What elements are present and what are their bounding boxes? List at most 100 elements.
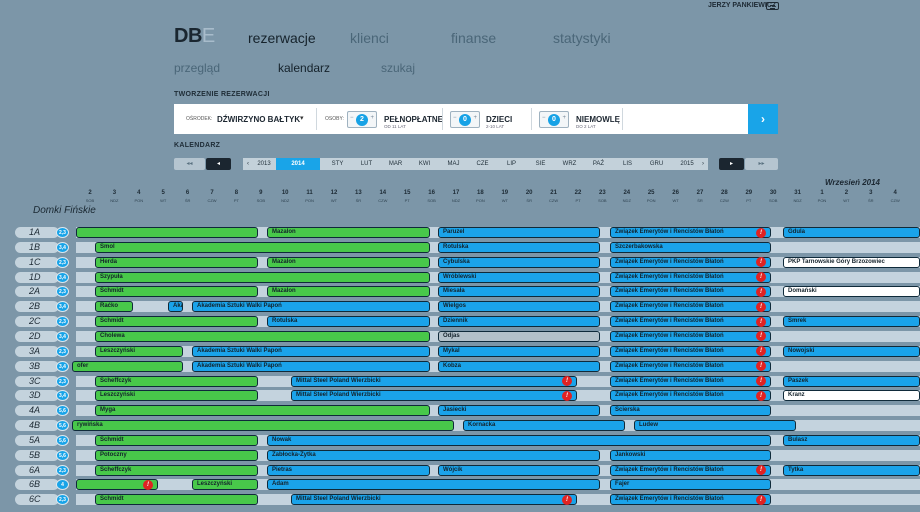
chevron-right-icon[interactable]: › — [698, 158, 708, 170]
reservation-bar[interactable]: Kornacka — [463, 420, 625, 432]
prev-button[interactable]: ◂ — [206, 158, 231, 170]
room-label[interactable]: 2A — [15, 286, 59, 298]
warning-icon[interactable]: ! — [756, 390, 766, 401]
reservation-bar[interactable]: Tytka — [783, 464, 920, 476]
room-label[interactable]: 3A — [15, 345, 59, 357]
warning-icon[interactable]: ! — [562, 376, 572, 386]
reservation-bar[interactable]: Myga — [95, 405, 430, 417]
reservation-bar[interactable]: Fajer — [610, 479, 771, 491]
warning-icon[interactable]: ! — [756, 494, 766, 505]
reservation-bar[interactable]: Herda — [95, 256, 258, 268]
room-label[interactable]: 2D — [15, 330, 59, 342]
reservation-bar[interactable]: Związek Emerytów i Rencistów Błatoń — [610, 271, 771, 283]
nav-statystyki[interactable]: statystyki — [553, 30, 611, 46]
warning-icon[interactable]: ! — [756, 316, 766, 327]
reservation-bar[interactable]: Kobza — [438, 360, 600, 372]
reservation-bar[interactable]: Związek Emerytów i Rencistów Błatoń — [610, 301, 771, 313]
reservation-bar[interactable]: Odjas — [438, 330, 600, 342]
subnav-kalendarz[interactable]: kalendarz — [278, 61, 330, 75]
reservation-bar[interactable]: rywińska — [72, 420, 454, 432]
reservation-bar[interactable]: Mazalon — [267, 286, 430, 298]
reservation-bar[interactable]: Adam — [267, 479, 600, 491]
room-label[interactable]: 5A — [15, 434, 59, 446]
room-label[interactable]: 1A — [15, 227, 59, 238]
warning-icon[interactable]: ! — [756, 376, 766, 386]
room-label[interactable]: 6B — [15, 479, 59, 491]
reservation-bar[interactable]: Kranz — [783, 390, 920, 402]
reservation-bar[interactable]: Związek Emerytów i Rencistów Błatoń — [610, 375, 771, 387]
reservation-bar[interactable]: Paszek — [783, 375, 920, 387]
reservation-bar[interactable]: Związek Emerytów i Rencistów Błatoń — [610, 330, 771, 342]
room-label[interactable]: 1C — [15, 256, 59, 268]
room-label[interactable]: 6A — [15, 464, 59, 476]
reservation-bar[interactable]: Akademia Sztuki Walki Papoń — [192, 360, 430, 372]
reservation-bar[interactable]: Mittal Steel Poland Wierzbicki — [291, 390, 577, 402]
reservation-bar[interactable]: Mazalon — [267, 256, 430, 268]
month-lip[interactable]: LIP — [497, 158, 526, 170]
room-label[interactable]: 3D — [15, 390, 59, 402]
reservation-bar[interactable]: Leszczyński — [95, 345, 183, 357]
reservation-bar[interactable]: Związek Emerytów i Rencistów Błatoń — [610, 345, 771, 357]
kids-stepper[interactable]: −0 + — [450, 111, 480, 128]
reservation-bar[interactable]: Jasiecki — [438, 405, 600, 417]
year-next[interactable]: 2015 — [676, 158, 698, 170]
reservation-bar[interactable]: Cybulska — [438, 256, 600, 268]
reservation-bar[interactable]: Leszczyński — [95, 390, 258, 402]
room-label[interactable]: 1B — [15, 241, 59, 253]
reservation-bar[interactable]: Raćko — [95, 301, 133, 313]
reservation-bar[interactable]: Schmidt — [95, 494, 258, 506]
warning-icon[interactable]: ! — [143, 479, 153, 490]
reservation-bar[interactable] — [76, 227, 258, 238]
next-button[interactable]: ▸ — [719, 158, 744, 170]
reservation-bar[interactable]: Mittal Steel Poland Wierzbicki — [291, 494, 577, 506]
reservation-bar[interactable]: Cholewa — [95, 330, 430, 342]
reservation-bar[interactable]: Aka — [168, 301, 183, 313]
month-wrz[interactable]: WRZ — [555, 158, 584, 170]
reservation-bar[interactable]: Domański — [783, 286, 920, 298]
nav-rezerwacje[interactable]: rezerwacje — [248, 30, 316, 46]
room-label[interactable]: 6C — [15, 494, 59, 506]
warning-icon[interactable]: ! — [756, 227, 766, 238]
reservation-bar[interactable]: Mittal Steel Poland Wierzbicki — [291, 375, 577, 387]
month-lis[interactable]: LIS — [613, 158, 642, 170]
paid-stepper[interactable]: −2 + — [347, 111, 377, 128]
reservation-bar[interactable]: ofer — [72, 360, 183, 372]
month-gru[interactable]: GRU — [642, 158, 671, 170]
room-label[interactable]: 3B — [15, 360, 59, 372]
reservation-bar[interactable]: Miesała — [438, 286, 600, 298]
room-label[interactable]: 4A — [15, 405, 59, 417]
reservation-bar[interactable]: Związek Emerytów i Rencistów Błatoń — [610, 316, 771, 328]
nav-klienci[interactable]: klienci — [350, 30, 389, 46]
reservation-bar[interactable]: Związek Emerytów i Rencistów Błatoń — [610, 256, 771, 268]
warning-icon[interactable]: ! — [756, 286, 766, 297]
reservation-bar[interactable]: Rotulska — [267, 316, 430, 328]
reservation-bar[interactable]: Związek Emerytów i Rencistów Błatoń — [610, 360, 771, 372]
reservation-bar[interactable]: Zabłocka-Żytka — [267, 449, 600, 461]
room-label[interactable]: 1D — [15, 271, 59, 283]
subnav-szukaj[interactable]: szukaj — [381, 61, 415, 75]
month-lut[interactable]: LUT — [352, 158, 381, 170]
nav-finanse[interactable]: finanse — [451, 30, 496, 46]
logout-icon[interactable] — [766, 2, 779, 10]
warning-icon[interactable]: ! — [756, 272, 766, 283]
room-label[interactable]: 3C — [15, 375, 59, 387]
chevron-down-icon[interactable]: ▾ — [300, 114, 304, 122]
reservation-bar[interactable]: Bulasz — [783, 434, 920, 446]
reservation-bar[interactable]: Dziennik — [438, 316, 600, 328]
reservation-bar[interactable]: Gdula — [783, 227, 920, 238]
month-kwi[interactable]: KWI — [410, 158, 439, 170]
reservation-bar[interactable]: PKP Tarnowskie Góry Brzozowiec — [783, 256, 920, 268]
warning-icon[interactable]: ! — [756, 301, 766, 312]
year-prev[interactable]: 2013 — [253, 158, 275, 170]
chevron-left-icon[interactable]: ‹ — [243, 158, 253, 170]
room-label[interactable]: 4B — [15, 420, 59, 432]
reservation-bar[interactable]: Nowak — [267, 434, 771, 446]
reservation-bar[interactable]: Mykal — [438, 345, 600, 357]
reservation-bar[interactable]: Wielgos — [438, 301, 600, 313]
reservation-bar[interactable]: Szypuła — [95, 271, 430, 283]
reservation-bar[interactable]: Związek Emerytów i Rencistów Błatoń — [610, 494, 771, 506]
reservation-bar[interactable]: Związek Emerytów i Rencistów Błatoń — [610, 464, 771, 476]
reservation-bar[interactable]: Mazalon — [267, 227, 430, 238]
rewind-button[interactable]: ◂◂ — [174, 158, 205, 170]
reservation-bar[interactable]: Leszczyński — [192, 479, 258, 491]
